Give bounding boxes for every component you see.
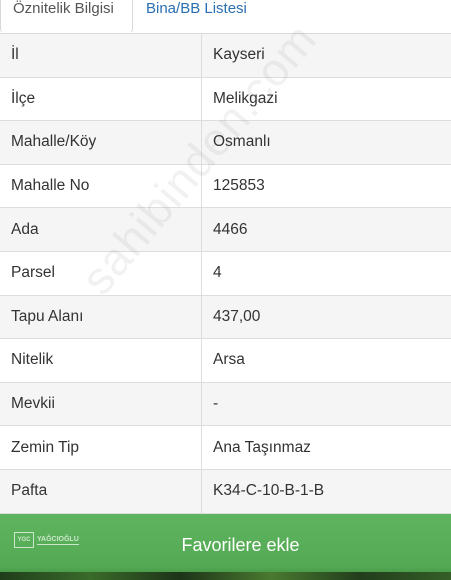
table-row: Ada 4466 [0,208,451,252]
table-row: Mahalle/Köy Osmanlı [0,121,451,165]
row-value: Melikgazi [213,89,278,107]
tab-attribute-info[interactable]: Öznitelik Bilgisi [0,0,133,33]
row-label: İlçe [0,77,202,121]
row-label: Zemin Tip [0,426,202,469]
table-row: Nitelik Arsa [0,339,451,383]
tab-building-list-label: Bina/BB Listesi [146,0,247,17]
row-value: 4466 [213,220,248,238]
row-value: Kayseri [213,46,265,64]
table-row: Mahalle No 125853 [0,164,451,209]
row-label: Parsel [0,251,202,295]
row-label: İl [0,34,202,77]
table-row: Parsel 4 [0,251,451,296]
row-value: - [213,395,219,413]
row-value: Ana Taşınmaz [213,438,311,456]
table-row: İl Kayseri [0,34,451,78]
add-to-favorites-label: Favorilere ekle [181,534,300,555]
table-row: İlçe Melikgazi [0,77,451,122]
row-value: K34-C-10-B-1-B [213,482,325,500]
bottom-action-bar: YGC YAĞCIOĞLU Favorilere ekle [0,514,451,580]
table-row: Pafta K34-C-10-B-1-B [0,469,451,514]
row-label: Mahalle/Köy [0,121,202,164]
row-label: Mevkii [0,382,202,426]
tab-building-list[interactable]: Bina/BB Listesi [134,0,284,33]
row-label: Mahalle No [0,164,202,208]
row-label: Pafta [0,469,202,513]
tab-bar: Öznitelik Bilgisi Bina/BB Listesi [0,0,451,34]
row-value: 125853 [213,177,265,195]
attribute-table: İl Kayseri İlçe Melikgazi Mahalle/Köy Os… [0,34,451,514]
row-value: Arsa [213,351,245,369]
row-value: Osmanlı [213,133,271,151]
table-row: Tapu Alanı 437,00 [0,295,451,340]
table-row: Zemin Tip Ana Taşınmaz [0,426,451,470]
row-value: 4 [213,264,222,282]
tab-attribute-info-label: Öznitelik Bilgisi [13,0,114,17]
row-label: Tapu Alanı [0,295,202,339]
row-label: Ada [0,208,202,251]
add-to-favorites-button[interactable]: Favorilere ekle [0,514,451,576]
row-label: Nitelik [0,339,202,382]
table-row: Mevkii - [0,382,451,427]
background-image-strip [0,572,451,580]
row-value: 437,00 [213,307,261,325]
